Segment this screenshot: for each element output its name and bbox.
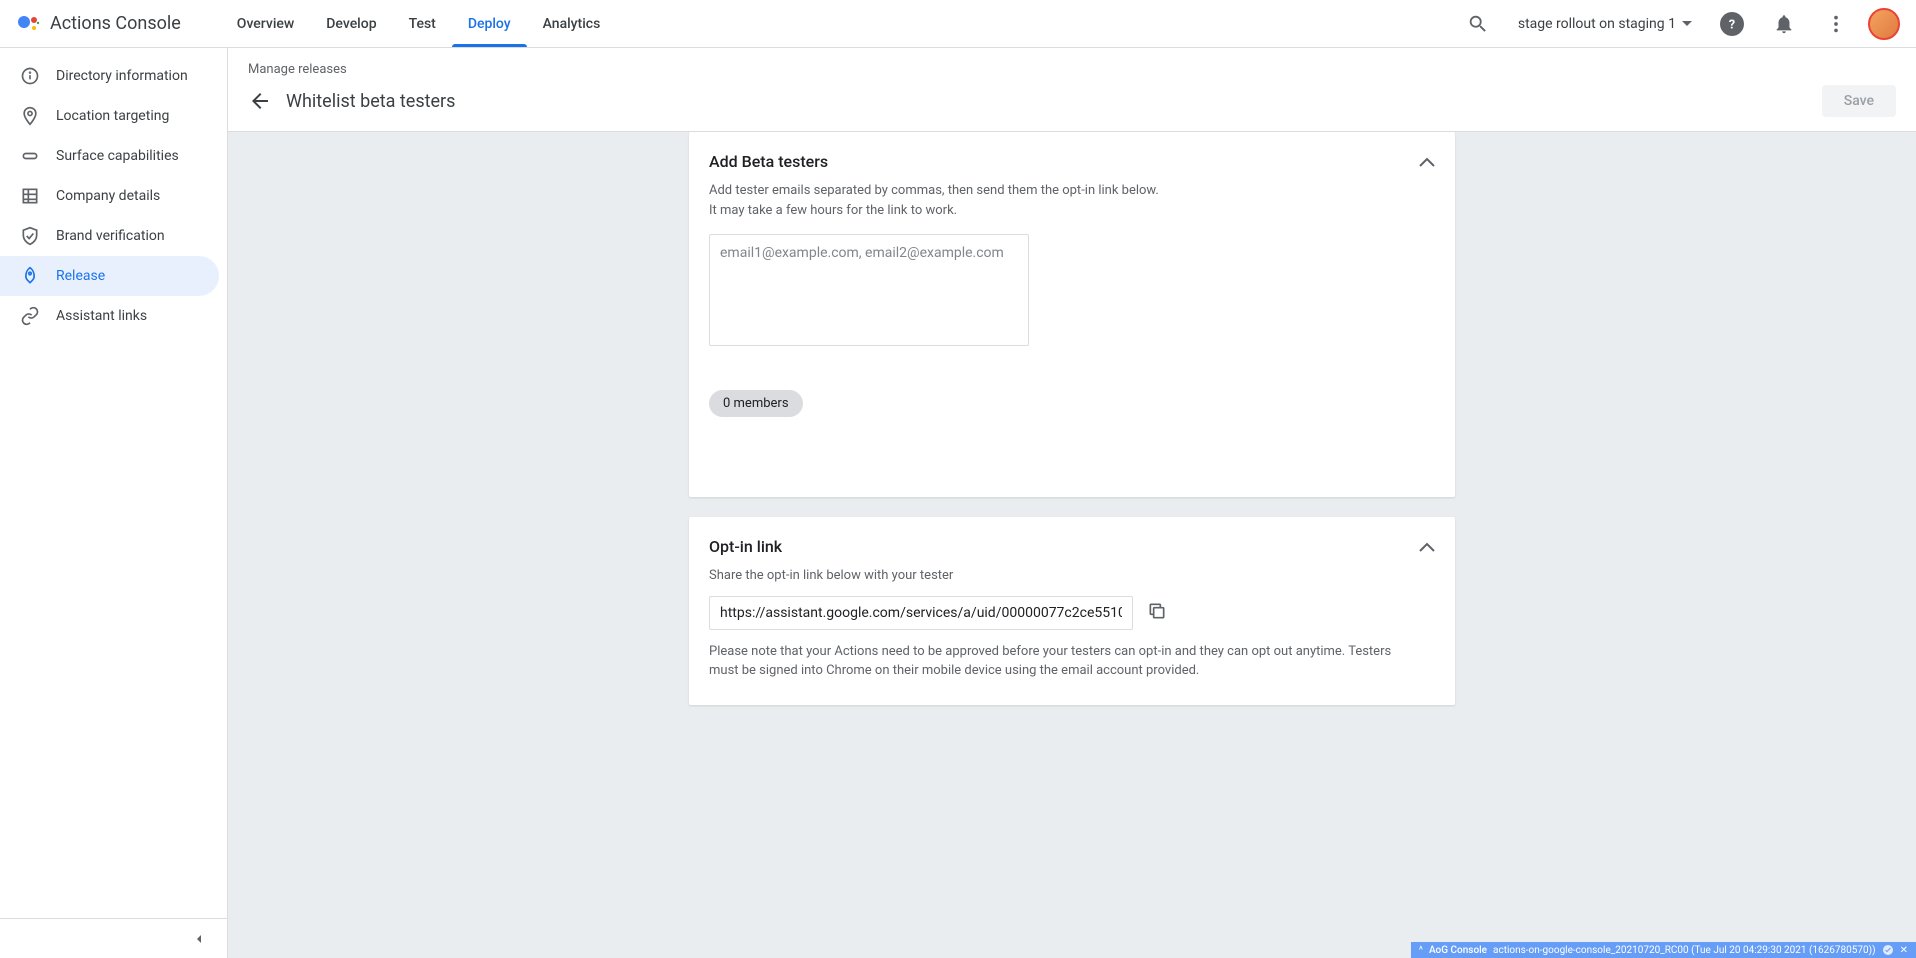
project-selector[interactable]: stage rollout on staging 1 [1510,12,1700,36]
content-header: Manage releases Whitelist beta testers S… [228,48,1916,132]
notifications-icon[interactable] [1764,4,1804,44]
page-title: Whitelist beta testers [286,91,455,112]
link-icon [20,306,40,326]
footer-build-tag[interactable]: ^ AoG Console actions-on-google-console_… [1411,942,1916,958]
sidebar-item-surface-capabilities[interactable]: Surface capabilities [0,136,219,176]
logo-area: Actions Console [16,12,181,36]
chevron-left-icon [191,931,207,947]
sidebar-item-release[interactable]: Release [0,256,219,296]
sidebar-label: Brand verification [56,228,165,244]
app-name: Actions Console [50,13,181,34]
sidebar-label: Release [56,268,105,284]
project-name: stage rollout on staging 1 [1518,16,1676,32]
sidebar-item-location-targeting[interactable]: Location targeting [0,96,219,136]
members-chip[interactable]: 0 members [709,390,803,417]
breadcrumb[interactable]: Manage releases [248,62,1896,77]
sidebar-collapse-button[interactable] [0,918,227,958]
svg-text:?: ? [1729,17,1735,32]
close-icon[interactable]: ✕ [1900,945,1908,956]
sidebar-label: Surface capabilities [56,148,179,164]
tab-develop[interactable]: Develop [310,0,392,47]
top-tabs: Overview Develop Test Deploy Analytics [221,0,616,47]
optin-note: Please note that your Actions need to be… [709,642,1409,681]
footer-build: actions-on-google-console_20210720_RC00 … [1493,945,1876,956]
surface-icon [20,146,40,166]
chevron-up-icon: ^ [1419,945,1423,956]
sidebar-item-directory-information[interactable]: Directory information [0,56,219,96]
sidebar: Directory information Location targeting… [0,48,228,958]
info-icon [20,66,40,86]
check-circle-icon [1882,944,1894,956]
rocket-icon [20,266,40,286]
sidebar-item-brand-verification[interactable]: Brand verification [0,216,219,256]
sidebar-label: Assistant links [56,308,147,324]
shield-check-icon [20,226,40,246]
sidebar-label: Location targeting [56,108,169,124]
location-icon [20,106,40,126]
sidebar-label: Directory information [56,68,188,84]
footer-label: AoG Console [1429,945,1487,956]
content: Manage releases Whitelist beta testers S… [228,48,1916,958]
chevron-up-icon [1419,542,1435,552]
card-add-beta-testers: Add Beta testers Add tester emails separ… [689,132,1455,497]
chevron-up-icon [1419,157,1435,167]
more-vert-icon[interactable] [1816,4,1856,44]
main-container: Directory information Location targeting… [0,48,1916,958]
card-description: Add tester emails separated by commas, t… [709,181,1169,220]
back-button[interactable] [248,89,272,113]
copy-icon [1147,601,1167,621]
sidebar-item-assistant-links[interactable]: Assistant links [0,296,219,336]
company-icon [20,186,40,206]
tab-deploy[interactable]: Deploy [452,0,527,47]
content-body: Add Beta testers Add tester emails separ… [228,132,1916,958]
top-bar: Actions Console Overview Develop Test De… [0,0,1916,48]
sidebar-item-company-details[interactable]: Company details [0,176,219,216]
card-title: Add Beta testers [709,152,828,171]
tab-analytics[interactable]: Analytics [527,0,617,47]
card-title: Opt-in link [709,537,782,556]
copy-button[interactable] [1147,601,1167,625]
tab-test[interactable]: Test [393,0,452,47]
sidebar-label: Company details [56,188,160,204]
assistant-logo-icon [16,12,40,36]
card-optin-link: Opt-in link Share the opt-in link below … [689,517,1455,705]
save-button[interactable]: Save [1822,85,1896,117]
search-icon[interactable] [1458,4,1498,44]
optin-link-input[interactable] [709,596,1133,630]
tab-overview[interactable]: Overview [221,0,310,47]
user-avatar[interactable] [1868,8,1900,40]
top-right: stage rollout on staging 1 ? [1458,4,1900,44]
chevron-down-icon [1682,21,1692,27]
card-description: Share the opt-in link below with your te… [709,566,1169,586]
collapse-button[interactable] [1419,537,1435,556]
arrow-back-icon [248,89,272,113]
help-icon[interactable]: ? [1712,4,1752,44]
collapse-button[interactable] [1419,152,1435,171]
tester-emails-input[interactable] [709,234,1029,346]
